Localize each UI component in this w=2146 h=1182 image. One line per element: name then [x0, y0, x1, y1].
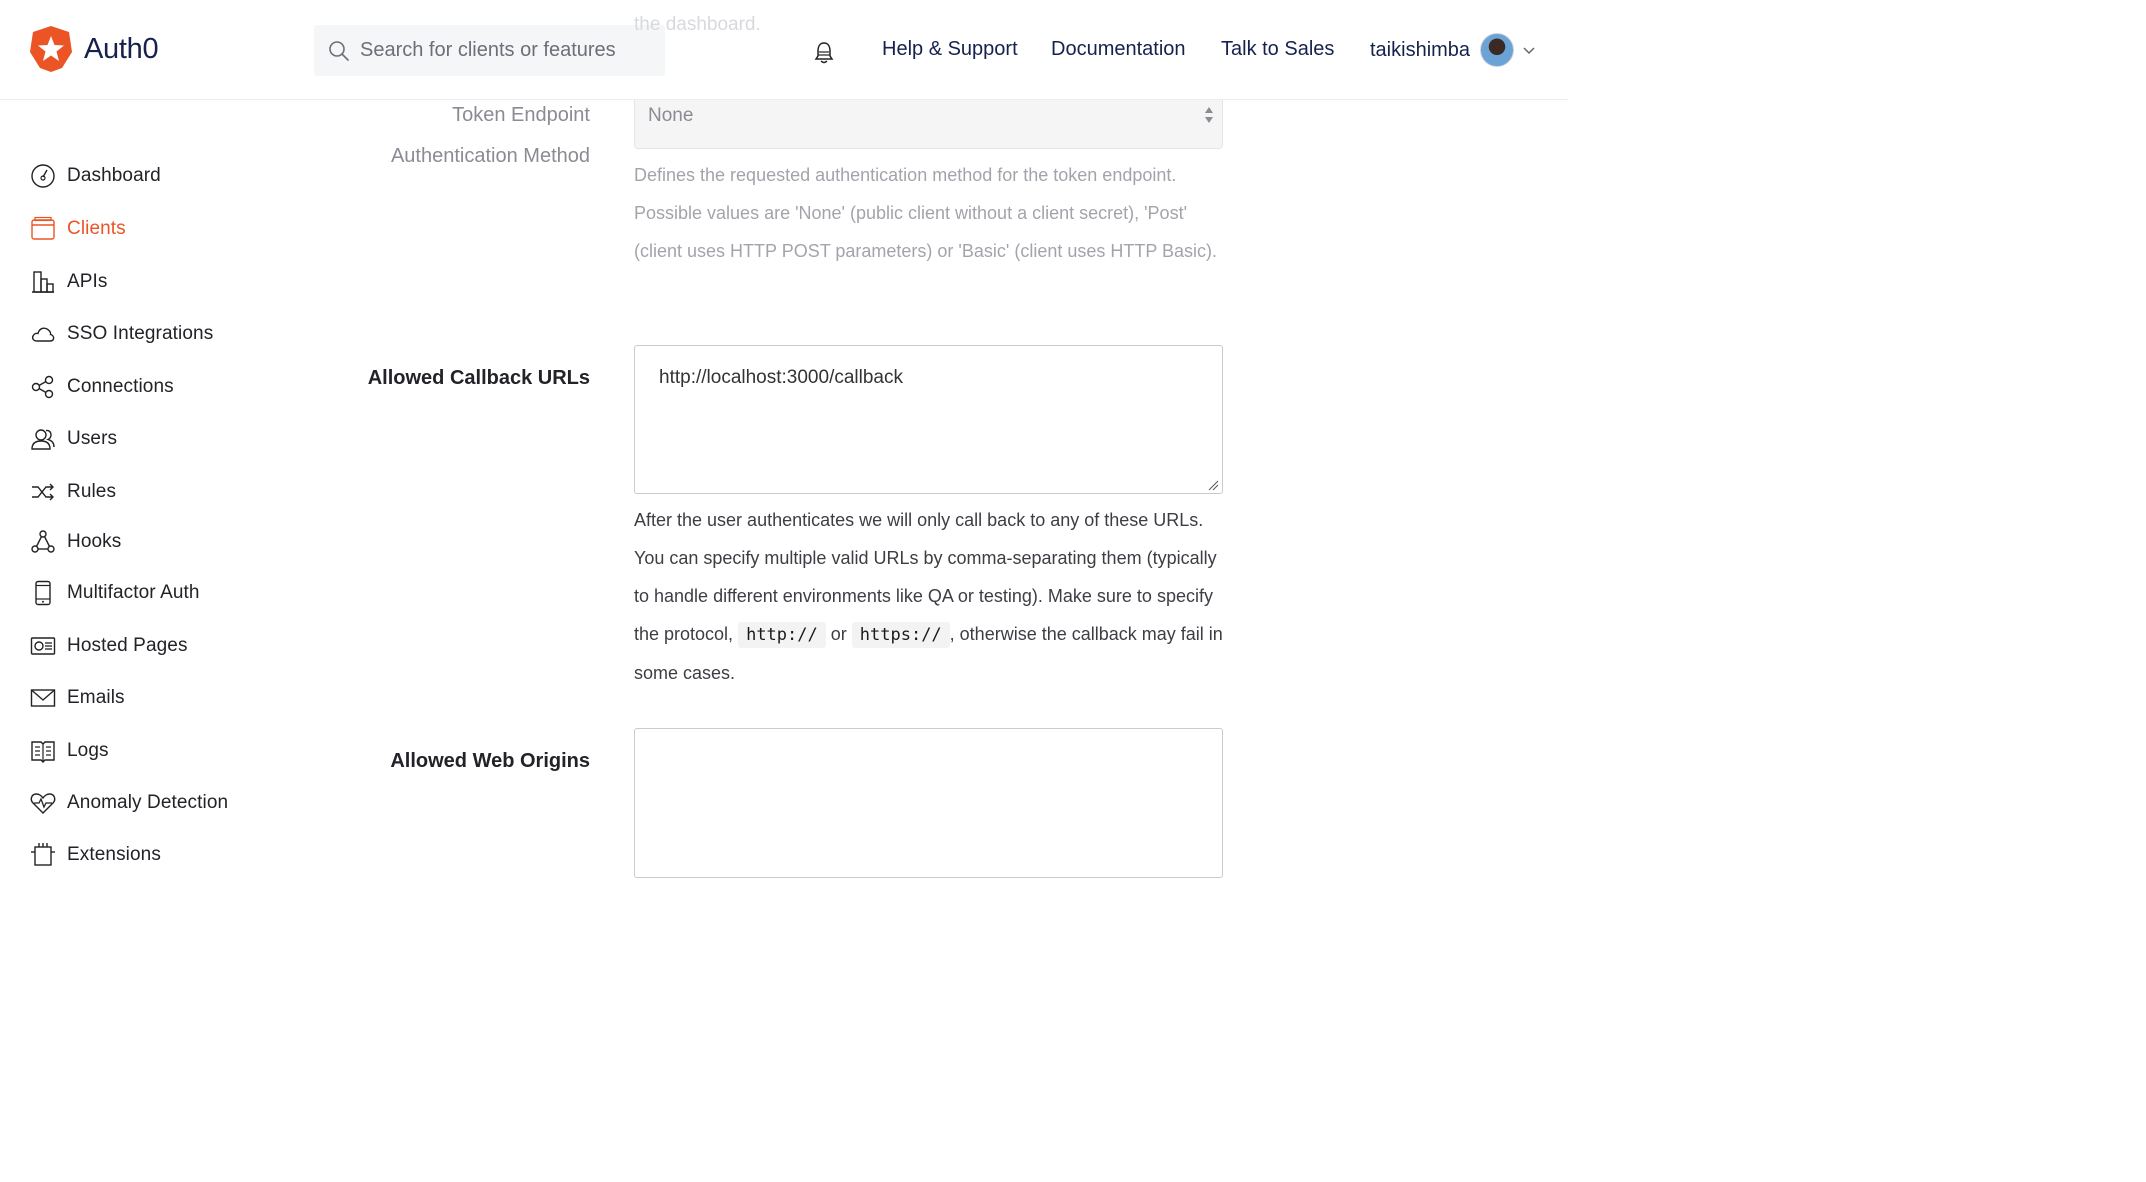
- brand-name: Auth0: [84, 32, 159, 65]
- connections-icon: [30, 374, 56, 400]
- resize-handle-icon[interactable]: [1208, 480, 1219, 491]
- sidebar-item-label: Emails: [67, 687, 125, 708]
- sidebar-item-hooks[interactable]: Hooks: [30, 529, 121, 555]
- search-icon: [329, 40, 349, 61]
- sidebar: Dashboard Clients APIs SSO Integrations …: [0, 100, 310, 866]
- sidebar-item-users[interactable]: Users: [30, 426, 117, 452]
- auth0-shield-icon: [30, 26, 72, 72]
- shuffle-icon: [30, 479, 56, 505]
- sidebar-item-logs[interactable]: Logs: [30, 738, 109, 764]
- token-endpoint-help: Defines the requested authentication met…: [634, 165, 1218, 261]
- avatar: [1480, 33, 1515, 67]
- sidebar-item-rules[interactable]: Rules: [30, 479, 116, 505]
- book-icon: [30, 738, 56, 764]
- sidebar-item-emails[interactable]: Emails: [30, 685, 125, 711]
- http-code: http://: [738, 622, 826, 648]
- sidebar-item-label: Extensions: [67, 844, 161, 865]
- sidebar-item-label: Dashboard: [67, 165, 161, 186]
- envelope-icon: [30, 685, 56, 711]
- sidebar-item-label: Logs: [67, 740, 109, 761]
- sidebar-item-anomaly-detection[interactable]: Anomaly Detection: [30, 790, 228, 816]
- search-box[interactable]: [314, 25, 665, 76]
- sidebar-item-label: Clients: [67, 218, 126, 239]
- token-endpoint-label-line2: Authentication Method: [390, 145, 590, 167]
- token-endpoint-auth-value: None: [648, 105, 694, 126]
- search-input[interactable]: [360, 39, 660, 62]
- help-support-link[interactable]: Help & Support: [882, 38, 1018, 61]
- phone-icon: [30, 580, 56, 606]
- sidebar-item-extensions[interactable]: Extensions: [30, 842, 161, 868]
- sidebar-item-label: APIs: [67, 271, 108, 292]
- sidebar-item-clients[interactable]: Clients: [30, 216, 126, 242]
- heart-pulse-icon: [30, 790, 56, 816]
- faded-scrolled-text: the dashboard.: [634, 14, 761, 35]
- sidebar-item-hosted-pages[interactable]: Hosted Pages: [30, 633, 188, 659]
- cloud-icon: [30, 321, 56, 347]
- web-origins-textarea[interactable]: [634, 728, 1223, 878]
- chip-icon: [30, 842, 56, 868]
- talk-to-sales-link[interactable]: Talk to Sales: [1221, 38, 1334, 61]
- sidebar-item-label: Hosted Pages: [67, 635, 188, 656]
- clients-icon: [30, 216, 56, 242]
- apis-icon: [30, 269, 56, 295]
- notifications-bell-icon[interactable]: [813, 40, 835, 71]
- https-code: https://: [851, 622, 950, 648]
- sidebar-item-multifactor-auth[interactable]: Multifactor Auth: [30, 580, 200, 606]
- sidebar-item-apis[interactable]: APIs: [30, 269, 108, 295]
- select-arrows-icon: [1205, 107, 1213, 123]
- username: taikishimba: [1370, 38, 1471, 61]
- user-menu[interactable]: taikishimba: [1370, 33, 1536, 67]
- sidebar-item-label: Connections: [67, 376, 174, 397]
- users-icon: [30, 426, 56, 452]
- callback-urls-label: Allowed Callback URLs: [367, 367, 590, 389]
- documentation-link[interactable]: Documentation: [1051, 38, 1186, 61]
- sidebar-item-label: Hooks: [67, 531, 122, 552]
- hosted-pages-icon: [30, 633, 56, 659]
- sidebar-item-label: Multifactor Auth: [67, 582, 200, 603]
- callback-help-or: or: [830, 624, 847, 644]
- top-bar: Auth0 Help & Support Documentation Talk …: [0, 0, 1568, 100]
- web-origins-label: Allowed Web Origins: [390, 750, 590, 772]
- sidebar-item-sso-integrations[interactable]: SSO Integrations: [30, 321, 213, 347]
- sidebar-item-label: Rules: [67, 481, 117, 502]
- auth0-logo[interactable]: Auth0: [28, 24, 159, 74]
- sidebar-item-label: Anomaly Detection: [67, 792, 229, 813]
- callback-urls-help: After the user authenticates we will onl…: [634, 501, 1228, 692]
- sidebar-item-label: Users: [67, 428, 118, 449]
- chevron-down-icon: [1523, 47, 1535, 55]
- hooks-icon: [30, 529, 56, 555]
- sidebar-item-dashboard[interactable]: Dashboard: [30, 163, 161, 189]
- callback-urls-textarea[interactable]: http://localhost:3000/callback: [634, 345, 1223, 494]
- token-endpoint-label-line1: Token Endpoint: [452, 104, 590, 126]
- sidebar-item-label: SSO Integrations: [67, 323, 214, 344]
- sidebar-item-connections[interactable]: Connections: [30, 374, 174, 400]
- dashboard-icon: [30, 163, 56, 189]
